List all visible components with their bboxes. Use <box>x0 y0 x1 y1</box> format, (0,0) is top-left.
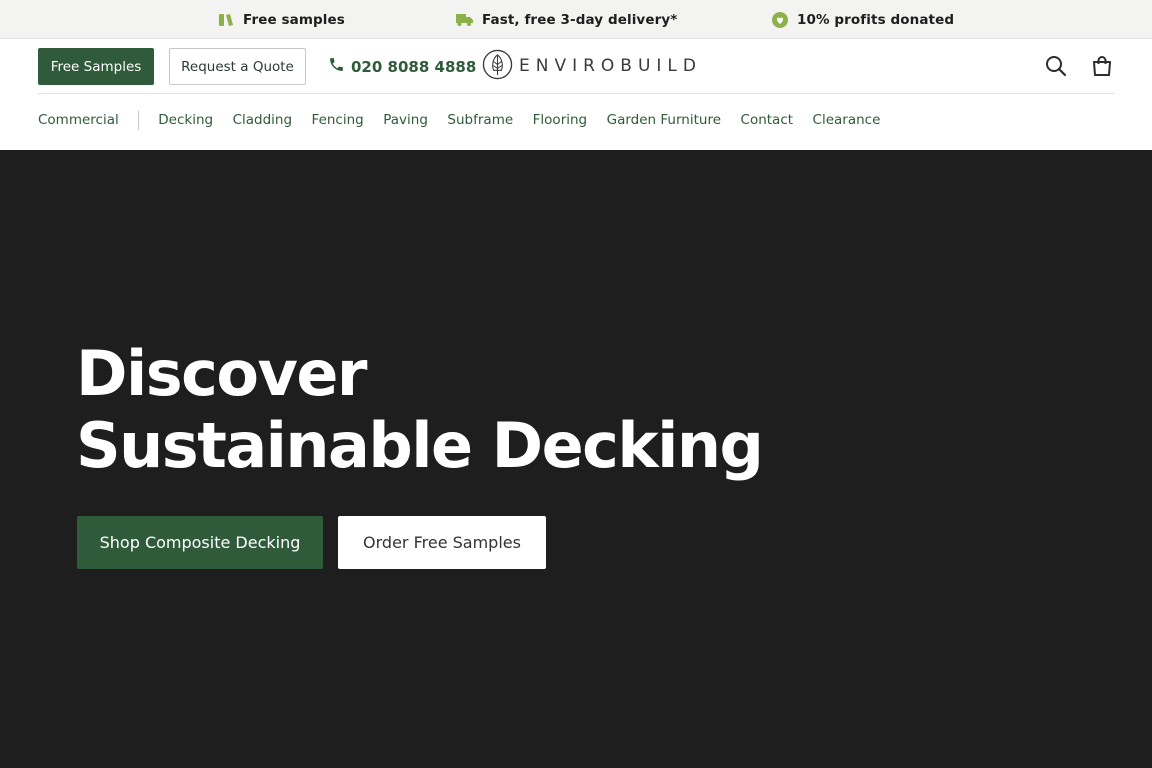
nav-item-commercial[interactable]: Commercial <box>38 112 119 128</box>
nav-item-paving[interactable]: Paving <box>383 112 428 128</box>
search-icon[interactable] <box>1044 54 1068 78</box>
order-free-samples-button[interactable]: Order Free Samples <box>338 516 546 569</box>
nav-item-garden-furniture[interactable]: Garden Furniture <box>607 112 721 128</box>
pine-cone-icon <box>482 49 513 84</box>
nav-item-contact[interactable]: Contact <box>741 112 794 128</box>
nav-separator <box>138 110 140 130</box>
delivery-truck-icon <box>456 12 473 27</box>
phone-link[interactable]: 020 8088 4888 <box>328 48 476 85</box>
heart-leaf-icon <box>772 11 788 28</box>
main-nav: Commercial Decking Cladding Fencing Pavi… <box>38 94 1114 146</box>
nav-item-flooring[interactable]: Flooring <box>533 112 587 128</box>
shopping-bag-icon[interactable] <box>1090 54 1114 78</box>
hero-title-line2: Sustainable Decking <box>76 409 764 482</box>
logo-wordmark: ENVIROBUILD <box>519 56 702 76</box>
benefit-delivery: Fast, free 3-day delivery* <box>456 0 677 39</box>
benefit-free-samples: Free samples <box>218 0 345 39</box>
nav-item-decking[interactable]: Decking <box>158 112 213 128</box>
shop-composite-decking-button[interactable]: Shop Composite Decking <box>77 516 323 569</box>
site-header: Free Samples Request a Quote 020 8088 48… <box>0 39 1152 150</box>
request-quote-button[interactable]: Request a Quote <box>169 48 306 85</box>
benefit-label: Free samples <box>243 11 345 28</box>
benefit-label: Fast, free 3-day delivery* <box>482 11 678 28</box>
envirobuild-logo[interactable]: ENVIROBUILD <box>482 49 702 83</box>
nav-item-fencing[interactable]: Fencing <box>312 112 364 128</box>
nav-item-clearance[interactable]: Clearance <box>813 112 881 128</box>
hero-title: Discover Sustainable Decking <box>76 338 776 482</box>
hero-section: Discover Sustainable Decking Shop Compos… <box>0 150 1152 768</box>
benefit-label: 10% profits donated <box>797 11 955 28</box>
phone-icon <box>328 56 345 77</box>
hero-title-line1: Discover <box>76 337 368 410</box>
samples-icon <box>218 12 234 28</box>
benefit-donation: 10% profits donated <box>772 0 954 39</box>
nav-item-subframe[interactable]: Subframe <box>447 112 513 128</box>
phone-number: 020 8088 4888 <box>351 57 477 76</box>
free-samples-button[interactable]: Free Samples <box>38 48 154 85</box>
nav-item-cladding[interactable]: Cladding <box>233 112 292 128</box>
benefits-bar: Free samples Fast, free 3-day delivery* … <box>0 0 1152 39</box>
